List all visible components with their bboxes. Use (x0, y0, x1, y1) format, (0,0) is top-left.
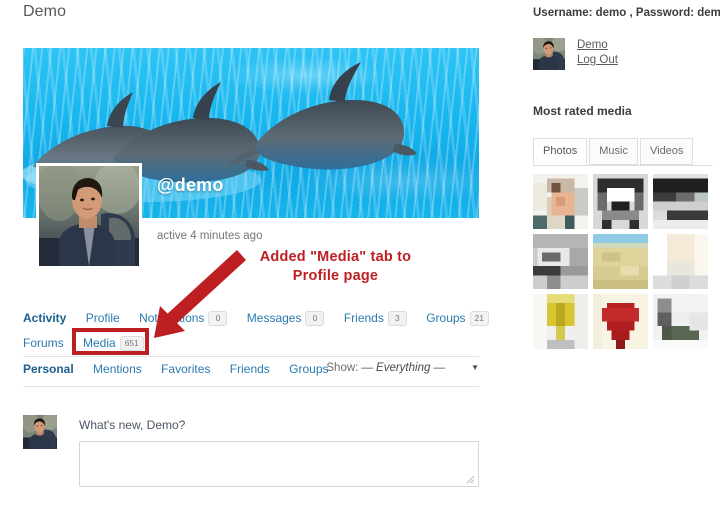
nav-item-label: Forums (23, 336, 64, 350)
activity-subnav: Personal Mentions Favorites Friends Grou… (23, 362, 479, 384)
nav-count-badge: 21 (470, 311, 489, 326)
chevron-down-icon[interactable]: ▼ (471, 363, 479, 372)
sidebar-user-avatar[interactable] (533, 38, 565, 70)
media-thumb-dark-object[interactable] (593, 174, 648, 229)
profile-nav-row-1: Activity Profile Notifications 0 Messages… (23, 305, 479, 330)
nav-item-notifications[interactable]: Notifications 0 (139, 306, 227, 330)
media-thumb-image (593, 294, 648, 349)
media-tab-videos[interactable]: Videos (640, 138, 693, 165)
media-tab-music[interactable]: Music (589, 138, 638, 165)
media-thumb-red-shape[interactable] (593, 294, 648, 349)
sidebar-user-block: Demo Log Out (533, 38, 713, 74)
nav-item-label: Profile (86, 311, 120, 325)
media-thumb-image (533, 294, 588, 349)
profile-main-column: @demo (23, 48, 479, 218)
media-thumb-pale-document[interactable] (653, 234, 708, 289)
show-filter-value: — Everything — (361, 362, 445, 374)
media-thumbnail-grid (533, 174, 713, 354)
nav-item-label: Activity (23, 311, 66, 325)
media-thumb-image (653, 234, 708, 289)
show-filter-label: Show: (326, 362, 358, 374)
media-tabs: PhotosMusicVideos (533, 138, 713, 166)
nav-item-activity[interactable]: Activity (23, 306, 66, 330)
subnav-item-favorites[interactable]: Favorites (161, 362, 210, 376)
subnav-item-mentions[interactable]: Mentions (93, 362, 142, 376)
media-tab-photos[interactable]: Photos (533, 138, 587, 165)
post-form-avatar (23, 415, 57, 449)
media-thumb-yellow-glass[interactable] (533, 294, 588, 349)
media-thumb-image (533, 234, 588, 289)
sidebar-credentials-text: Username: demo , Password: demo (533, 7, 720, 19)
media-thumb-beach-scene[interactable] (593, 234, 648, 289)
nav-item-forums[interactable]: Forums (23, 331, 64, 355)
profile-avatar-image (39, 166, 139, 266)
nav-item-groups[interactable]: Groups 21 (426, 306, 489, 330)
post-form-prompt: What's new, Demo? (79, 418, 185, 432)
media-grid-row (533, 234, 713, 289)
annotation-line-2: Profile page (228, 267, 443, 286)
media-thumb-image (593, 174, 648, 229)
nav-item-profile[interactable]: Profile (86, 306, 120, 330)
nav-item-label: Messages (247, 311, 302, 325)
profile-username-overlay: @demo (157, 175, 224, 196)
sidebar-user-name-link[interactable]: Demo (577, 38, 618, 53)
media-grid-row (533, 174, 713, 229)
nav-item-label: Groups (426, 311, 465, 325)
nav-count-badge: 3 (388, 311, 407, 326)
media-thumb-grey-panel[interactable] (653, 174, 708, 229)
subnav-item-groups[interactable]: Groups (289, 362, 328, 376)
most-rated-media-heading: Most rated media (533, 104, 632, 118)
sidebar-user-links: Demo Log Out (577, 38, 618, 68)
page-title: Demo (23, 3, 66, 21)
profile-activity-status: active 4 minutes ago (157, 230, 262, 242)
sidebar-user-avatar-image (533, 38, 565, 70)
media-thumb-image (653, 174, 708, 229)
nav-item-friends[interactable]: Friends 3 (344, 306, 407, 330)
nav-count-badge: 0 (208, 311, 227, 326)
subnav-item-personal[interactable]: Personal (23, 362, 74, 376)
media-grid-row (533, 294, 713, 349)
nav-item-messages[interactable]: Messages0 (247, 306, 325, 330)
annotation-highlight-box (72, 328, 149, 355)
show-filter-dropdown[interactable]: Show:— Everything — ▼ (326, 362, 479, 374)
subnav-divider (23, 386, 479, 387)
logout-link[interactable]: Log Out (577, 53, 618, 68)
annotation-line-1: Added "Media" tab to (228, 248, 443, 267)
nav-divider (23, 356, 479, 357)
profile-avatar[interactable] (36, 163, 142, 269)
post-form-avatar-image (23, 415, 57, 449)
media-thumb-image (533, 174, 588, 229)
media-thumb-person-portrait[interactable] (533, 174, 588, 229)
media-thumb-grey-machine[interactable] (533, 234, 588, 289)
subnav-item-friends[interactable]: Friends (230, 362, 270, 376)
nav-item-label: Notifications (139, 311, 204, 325)
media-thumb-image (653, 294, 708, 349)
media-thumb-image (593, 234, 648, 289)
nav-item-label: Friends (344, 311, 384, 325)
annotation-label: Added "Media" tab to Profile page (228, 248, 443, 286)
nav-count-badge: 0 (305, 311, 324, 326)
post-form-textarea[interactable] (79, 441, 479, 487)
media-thumb-green-gadget[interactable] (653, 294, 708, 349)
